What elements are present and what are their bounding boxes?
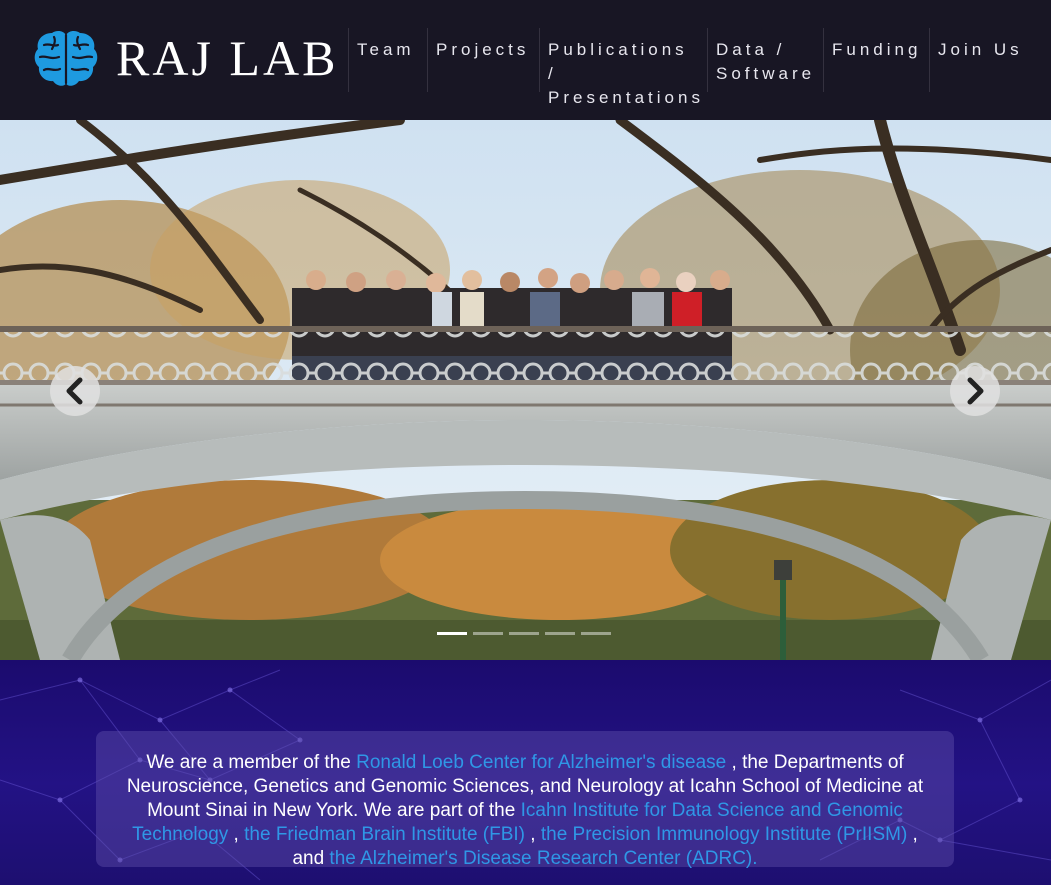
nav-item-data-software[interactable]: Data / Software — [707, 28, 823, 92]
logo[interactable]: RAJ LAB — [32, 27, 338, 89]
hero-carousel — [0, 120, 1051, 660]
nav-item-join-us[interactable]: Join Us — [929, 28, 1039, 92]
precision-immunology-link[interactable]: the Precision Immunology Institute (PrII… — [541, 824, 907, 845]
about-text: , — [228, 824, 245, 845]
nav-item-publications[interactable]: Publications / Presentations — [539, 28, 707, 107]
carousel-indicator[interactable] — [473, 632, 503, 635]
nav-item-projects[interactable]: Projects — [427, 28, 539, 92]
brain-icon — [34, 30, 98, 86]
carousel-indicators — [437, 632, 611, 635]
carousel-prev-button[interactable] — [50, 366, 100, 416]
carousel-indicator[interactable] — [437, 632, 467, 635]
about-section: We are a member of the Ronald Loeb Cente… — [0, 660, 1051, 885]
nav-item-team[interactable]: Team — [348, 28, 427, 92]
chevron-left-icon — [66, 377, 83, 405]
carousel-indicator[interactable] — [581, 632, 611, 635]
adrc-link[interactable]: the Alzheimer's Disease Research Center … — [329, 848, 757, 869]
carousel-indicator[interactable] — [545, 632, 575, 635]
friedman-brain-institute-link[interactable]: the Friedman Brain Institute (FBI) — [244, 824, 525, 845]
team-photo — [0, 120, 1051, 660]
main-nav: Team Projects Publications / Presentatio… — [348, 28, 1039, 107]
carousel-next-button[interactable] — [950, 366, 1000, 416]
lab-name: RAJ LAB — [116, 30, 339, 86]
loeb-center-link[interactable]: Ronald Loeb Center for Alzheimer's disea… — [356, 752, 726, 773]
chevron-right-icon — [967, 377, 984, 405]
about-text: We are a member of the — [146, 752, 357, 773]
nav-item-funding[interactable]: Funding — [823, 28, 929, 92]
site-header: RAJ LAB Team Projects Publications / Pre… — [0, 0, 1051, 120]
carousel-indicator[interactable] — [509, 632, 539, 635]
about-text-box: We are a member of the Ronald Loeb Cente… — [96, 731, 954, 869]
about-text: , — [525, 824, 541, 845]
